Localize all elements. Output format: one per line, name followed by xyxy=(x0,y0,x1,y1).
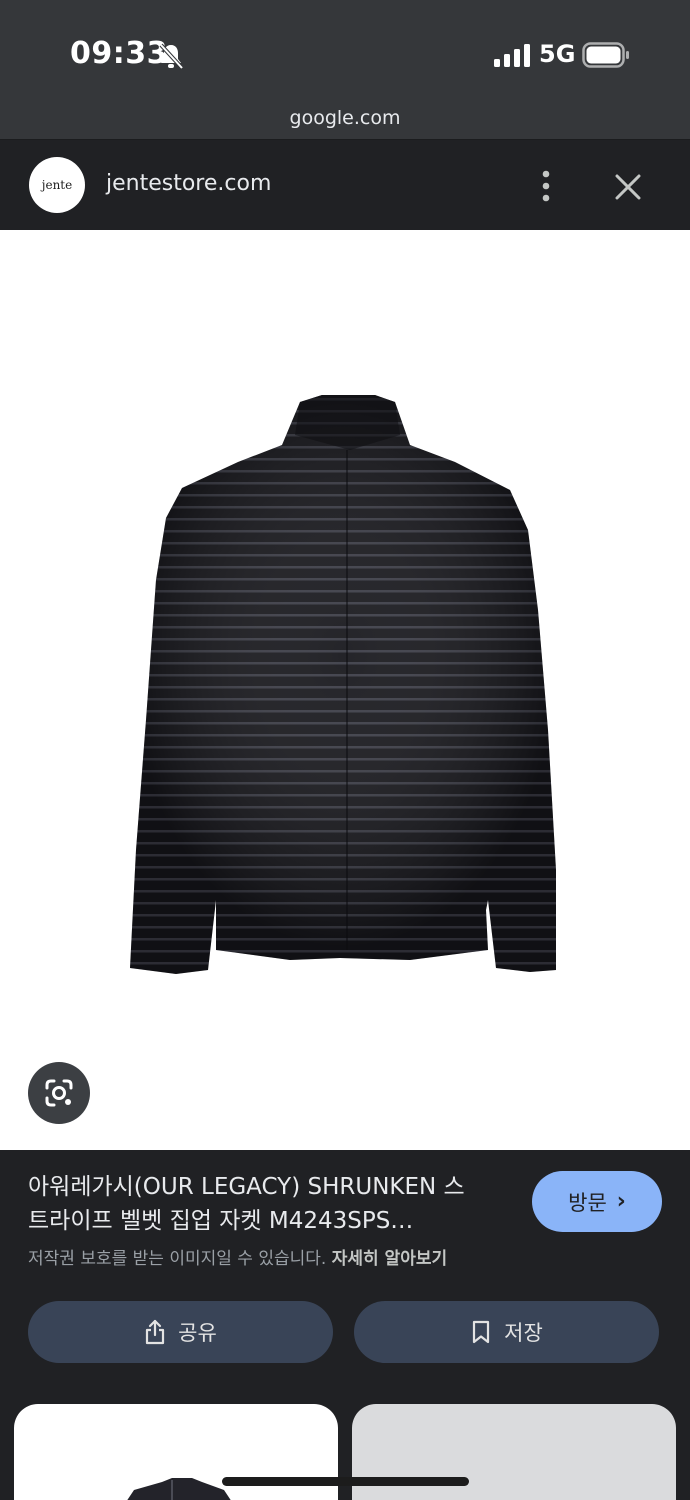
copyright-notice: 저작권 보호를 받는 이미지일 수 있습니다. 자세히 알아보기 xyxy=(28,1244,447,1269)
result-title-line-2: 트라이프 벨벳 집업 자켓 M4243SPS… xyxy=(28,1208,414,1234)
url-bar[interactable]: google.com xyxy=(0,100,690,140)
visit-label: 방문 xyxy=(568,1190,607,1215)
home-indicator[interactable] xyxy=(222,1477,469,1486)
site-header: jente jentestore.com xyxy=(0,141,690,230)
image-viewer[interactable] xyxy=(0,230,690,1150)
lens-search-button[interactable] xyxy=(28,1062,90,1124)
google-lens-icon xyxy=(45,1079,73,1107)
site-favicon: jente xyxy=(29,157,85,213)
bookmark-icon xyxy=(473,1320,490,1344)
chevron-right-icon: › xyxy=(616,1189,626,1214)
close-icon[interactable] xyxy=(612,171,644,203)
save-label: 저장 xyxy=(504,1321,543,1345)
status-time: 09:33 xyxy=(70,36,168,71)
site-name[interactable]: jentestore.com xyxy=(106,171,271,196)
kebab-menu-icon[interactable] xyxy=(532,169,560,203)
visit-button[interactable]: 방문 › xyxy=(532,1171,662,1232)
share-label: 공유 xyxy=(178,1321,217,1345)
battery-icon xyxy=(582,42,629,68)
share-button[interactable]: 공유 xyxy=(28,1301,333,1363)
product-image-jacket[interactable] xyxy=(110,390,580,990)
favicon-logo-text: jente xyxy=(41,178,73,192)
result-title-line-1: 아워레가시(OUR LEGACY) SHRUNKEN 스 xyxy=(28,1174,465,1200)
result-info-panel: 아워레가시(OUR LEGACY) SHRUNKEN 스 트라이프 벨벳 집업 … xyxy=(0,1150,690,1500)
bell-off-icon xyxy=(159,43,184,70)
share-icon xyxy=(146,1319,165,1345)
network-type: 5G xyxy=(539,40,576,68)
result-title[interactable]: 아워레가시(OUR LEGACY) SHRUNKEN 스 트라이프 벨벳 집업 … xyxy=(28,1170,508,1238)
copyright-text: 저작권 보호를 받는 이미지일 수 있습니다. xyxy=(28,1249,327,1269)
status-bar: 09:33 5G xyxy=(0,0,690,100)
page-url[interactable]: google.com xyxy=(0,107,690,129)
signal-icon xyxy=(494,44,530,67)
learn-more-link[interactable]: 자세히 알아보기 xyxy=(332,1249,447,1269)
save-button[interactable]: 저장 xyxy=(354,1301,659,1363)
